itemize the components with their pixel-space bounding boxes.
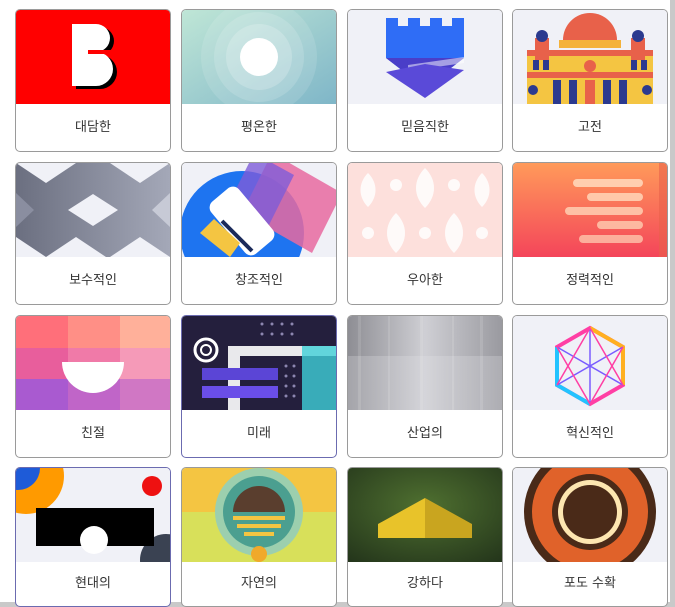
theme-label: 고전 — [578, 120, 602, 135]
theme-card-vintage[interactable]: 포도 수확 — [512, 467, 668, 607]
theme-card-innovative[interactable]: 혁신적인 — [512, 315, 668, 458]
theme-label: 정력적인 — [566, 273, 614, 288]
theme-label: 자연의 — [241, 576, 277, 591]
theme-card-elegant[interactable]: 우아한 — [347, 162, 503, 305]
theme-card-classic[interactable]: 고전 — [512, 9, 668, 152]
theme-label: 산업의 — [407, 426, 443, 441]
classic-building-thumbnail — [513, 10, 667, 104]
theme-card-friendly[interactable]: 친절 — [15, 315, 171, 458]
vintage-circle-thumbnail — [513, 468, 667, 562]
speed-lines-thumbnail — [513, 163, 667, 257]
strong-chevron-thumbnail — [348, 468, 502, 562]
theme-card-energetic[interactable]: 정력적인 — [512, 162, 668, 305]
damask-pattern-thumbnail — [348, 163, 502, 257]
theme-card-trustworthy[interactable]: 믿음직한 — [347, 9, 503, 152]
theme-card-bold[interactable]: 대담한 — [15, 9, 171, 152]
theme-label: 친절 — [81, 426, 105, 441]
modern-shapes-thumbnail — [16, 468, 170, 562]
theme-card-future[interactable]: 미래 — [181, 315, 337, 458]
theme-label: 믿음직한 — [401, 120, 449, 135]
theme-label: 대담한 — [75, 120, 111, 135]
theme-label: 미래 — [247, 426, 271, 441]
theme-label: 보수적인 — [69, 273, 117, 288]
friendly-smile-thumbnail — [16, 316, 170, 410]
theme-card-strong[interactable]: 강하다 — [347, 467, 503, 607]
castle-shield-thumbnail — [348, 10, 502, 104]
theme-label: 혁신적인 — [566, 426, 614, 441]
theme-label: 우아한 — [407, 273, 443, 288]
theme-card-industrial[interactable]: 산업의 — [347, 315, 503, 458]
brushed-metal-thumbnail — [348, 316, 502, 410]
neon-hexagon-thumbnail — [513, 316, 667, 410]
concentric-circles-thumbnail — [182, 10, 336, 104]
theme-card-modern[interactable]: 현대의 — [15, 467, 171, 607]
futuristic-dark-thumbnail — [182, 316, 336, 410]
theme-card-conservative[interactable]: 보수적인 — [15, 162, 171, 305]
theme-label: 창조적인 — [235, 273, 283, 288]
theme-label: 평온한 — [241, 120, 277, 135]
paint-roller-thumbnail — [182, 163, 336, 257]
theme-card-natural[interactable]: 자연의 — [181, 467, 337, 607]
theme-card-creative[interactable]: 창조적인 — [181, 162, 337, 305]
nature-plant-thumbnail — [182, 468, 336, 562]
theme-label: 현대의 — [75, 576, 111, 591]
hexagon-pattern-thumbnail — [16, 163, 170, 257]
bold-b-thumbnail — [16, 10, 170, 104]
theme-card-calm[interactable]: 평온한 — [181, 9, 337, 152]
scrollbar[interactable] — [670, 0, 675, 602]
theme-label: 강하다 — [407, 576, 443, 591]
theme-gallery: 대담한 평온한 믿음직한 고전 보수적인 창조적인 우아한 정력적인 친절 미래… — [0, 0, 670, 607]
theme-label: 포도 수확 — [564, 576, 616, 591]
